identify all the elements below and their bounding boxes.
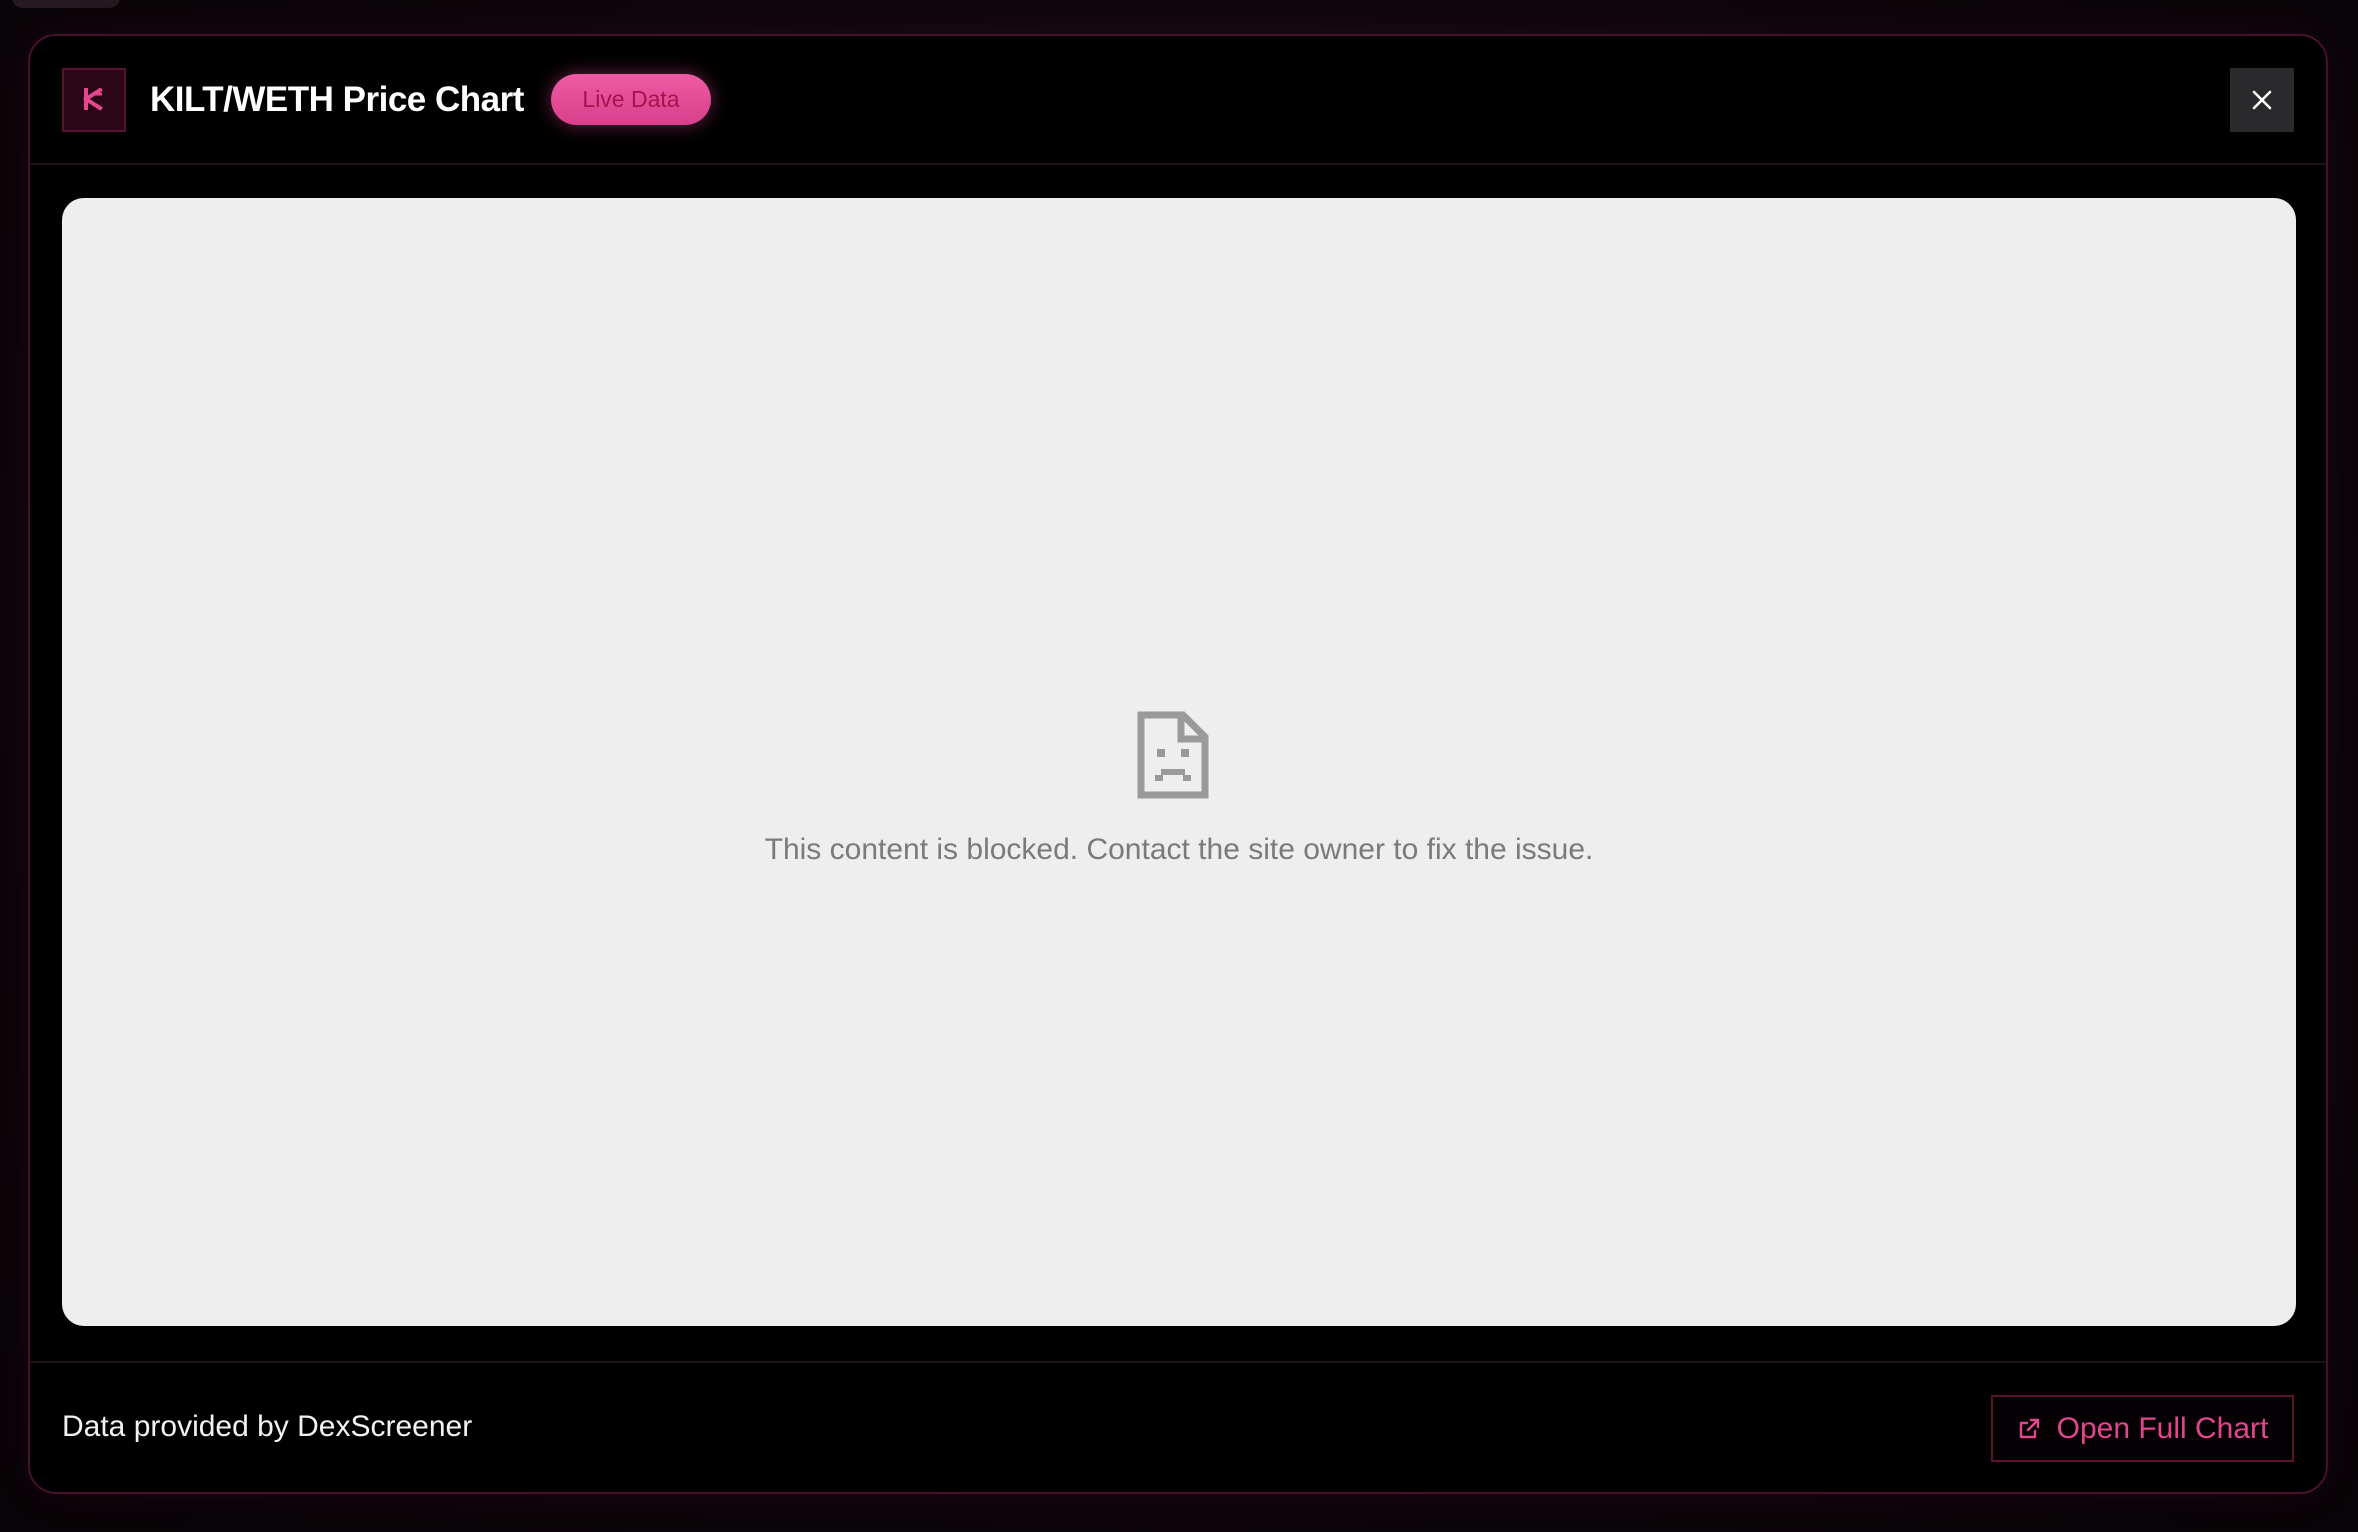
external-link-icon — [2019, 1418, 2039, 1438]
kilt-logo-icon — [62, 68, 126, 132]
background-element — [12, 0, 120, 8]
open-full-chart-label: Open Full Chart — [2056, 1411, 2269, 1445]
live-data-badge: Live Data — [551, 74, 711, 125]
modal-footer: Data provided by DexScreener Open Full C… — [30, 1361, 2326, 1492]
chart-embed-frame[interactable]: This content is blocked. Contact the sit… — [62, 198, 2296, 1326]
close-icon — [2252, 90, 2272, 110]
modal-header: KILT/WETH Price Chart Live Data — [30, 36, 2326, 165]
open-full-chart-button[interactable]: Open Full Chart — [1991, 1395, 2294, 1462]
page-title: KILT/WETH Price Chart — [150, 80, 524, 119]
blocked-page-icon — [1137, 711, 1209, 799]
price-chart-modal: KILT/WETH Price Chart Live Data This con… — [28, 34, 2328, 1494]
blocked-content-message: This content is blocked. Contact the sit… — [764, 833, 1594, 866]
close-button[interactable] — [2230, 68, 2294, 132]
data-attribution: Data provided by DexScreener — [62, 1410, 473, 1443]
